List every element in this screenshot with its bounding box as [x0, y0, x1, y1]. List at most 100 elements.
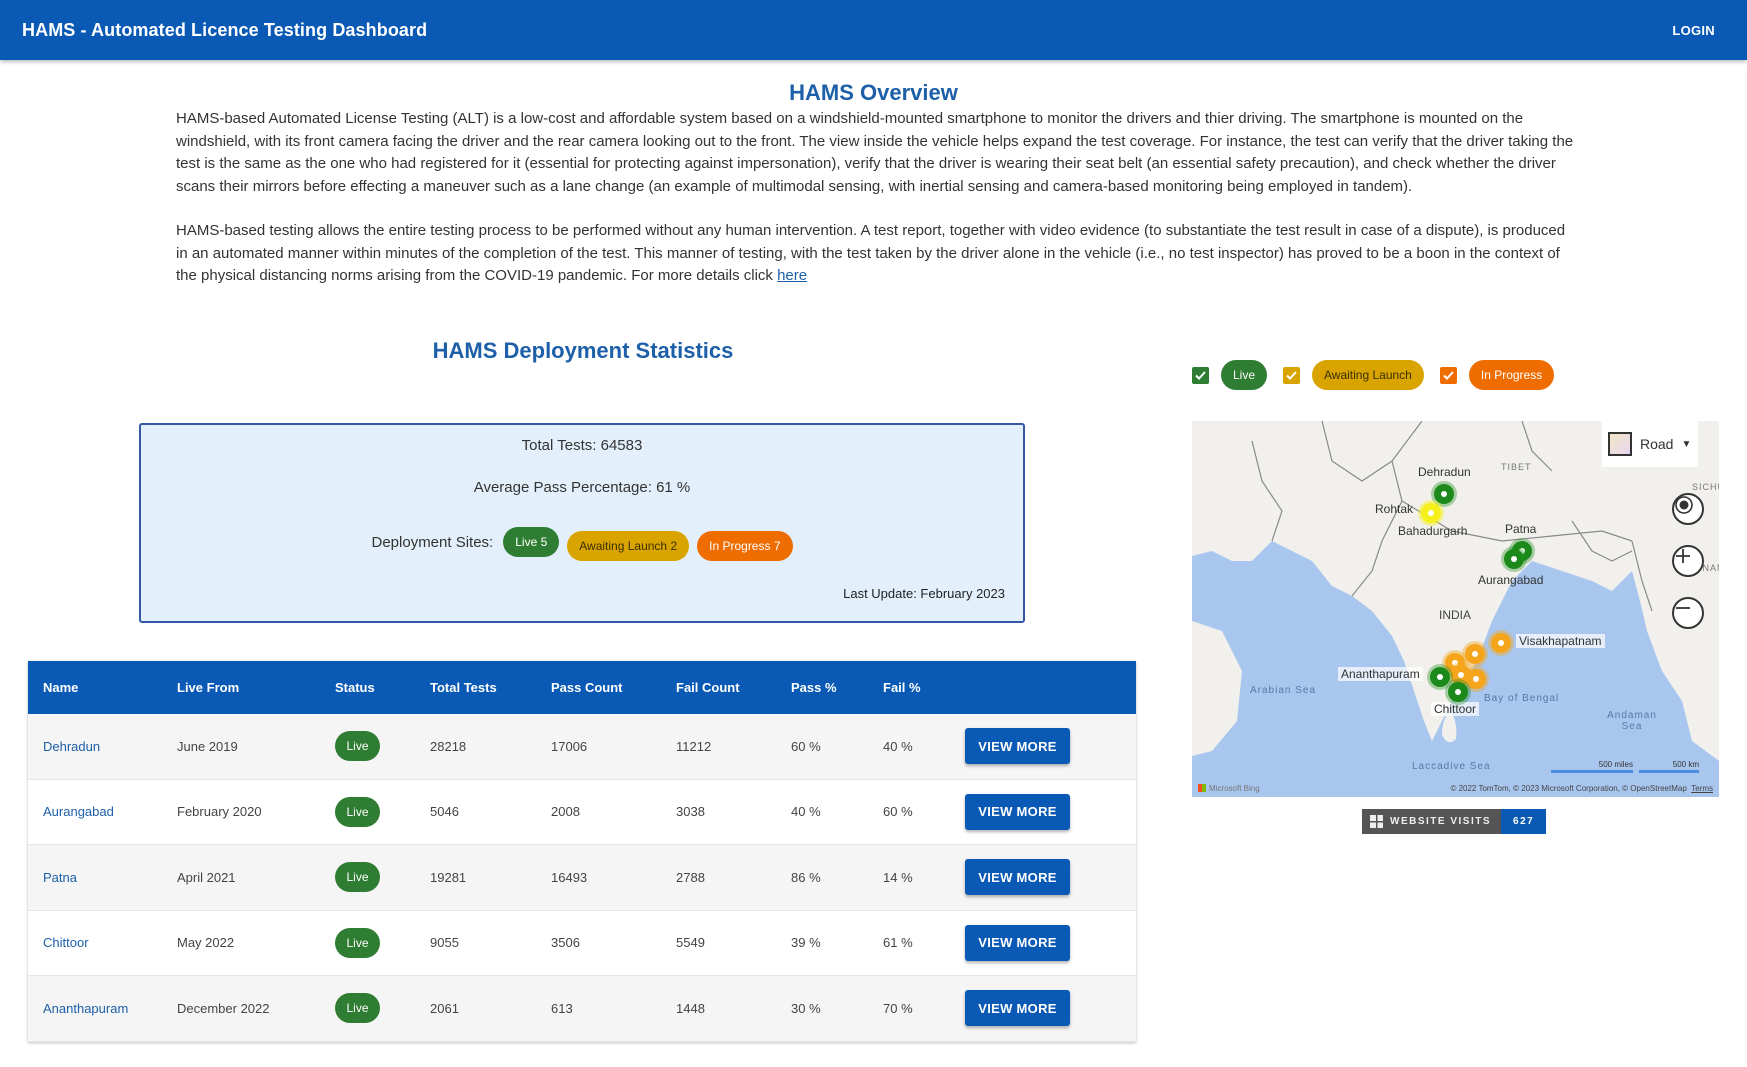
map-label-dehradun: Dehradun — [1418, 465, 1471, 479]
total-tests-cell: 5046 — [430, 804, 459, 820]
map-label-tibet: TIBET — [1501, 462, 1532, 472]
map-marker-awaiting[interactable] — [1421, 503, 1441, 523]
fail-count-cell: 11212 — [676, 738, 712, 754]
pass-count-cell: 2008 — [551, 804, 580, 820]
view-more-button[interactable]: VIEW MORE — [965, 990, 1070, 1027]
website-visits-counter: WEBSITE VISITS 627 — [1362, 809, 1547, 834]
site-link[interactable]: Patna — [43, 870, 77, 885]
app-bar: HAMS - Automated Licence Testing Dashboa… — [0, 0, 1747, 60]
view-more-button[interactable]: VIEW MORE — [965, 728, 1070, 765]
map-marker-live[interactable] — [1448, 682, 1468, 702]
pass-count-cell: 3506 — [551, 935, 580, 951]
live-from-cell: December 2022 — [177, 1000, 270, 1016]
live-from-cell: February 2020 — [177, 804, 262, 820]
last-update: Last Update: February 2023 — [843, 586, 1005, 601]
map-label-arabian-sea: Arabian Sea — [1250, 685, 1317, 696]
map-label-visakhapatnam: Visakhapatnam — [1516, 634, 1605, 648]
locate-icon — [1675, 496, 1693, 514]
map-marker-live[interactable] — [1504, 549, 1524, 569]
map-attribution-text: © 2022 TomTom, © 2023 Microsoft Corporat… — [1450, 783, 1687, 793]
live-from-cell: June 2019 — [177, 738, 238, 754]
total-tests-cell: 19281 — [430, 869, 467, 885]
header-pass-count: Pass Count — [551, 680, 623, 695]
map-marker-live[interactable] — [1430, 667, 1450, 687]
map-label-bahadurgarh: Bahadurgarh — [1398, 524, 1468, 538]
map-label-sichuan: SICHU — [1692, 482, 1719, 492]
site-link[interactable]: Aurangabad — [43, 804, 114, 819]
app-title: HAMS - Automated Licence Testing Dashboa… — [22, 19, 428, 40]
map-style-label: Road — [1640, 436, 1674, 452]
in-progress-filter-chip[interactable]: In Progress — [1468, 360, 1555, 390]
awaiting-launch-filter-chip[interactable]: Awaiting Launch — [1312, 360, 1424, 390]
status-badge: Live — [335, 731, 380, 762]
view-more-button[interactable]: VIEW MORE — [965, 924, 1070, 961]
live-filter-chip[interactable]: Live — [1221, 360, 1268, 390]
map-terms-link[interactable]: Terms — [1691, 784, 1713, 793]
plus-icon — [1676, 549, 1690, 563]
scale-miles: 500 miles — [1551, 760, 1633, 773]
header-name: Name — [43, 680, 79, 695]
total-tests-cell: 9055 — [430, 935, 459, 951]
site-link[interactable]: Ananthapuram — [43, 1001, 128, 1016]
header-pass-percent: Pass % — [791, 680, 837, 695]
map-style-selector[interactable]: Road ▼ — [1602, 421, 1698, 467]
map-marker-in-progress[interactable] — [1491, 633, 1511, 653]
view-more-button[interactable]: VIEW MORE — [965, 859, 1070, 896]
total-tests: Total Tests: 64583 — [521, 437, 643, 454]
map-attribution: © 2022 TomTom, © 2023 Microsoft Corporat… — [1450, 784, 1713, 793]
map-label-patna: Patna — [1505, 522, 1537, 536]
table-row: Patna April 2021 Live 19281 16493 2788 8… — [28, 845, 1136, 911]
deployment-map[interactable]: Dehradun Rohtak Bahadurgarh Patna Aurang… — [1192, 421, 1719, 797]
details-link[interactable]: here — [777, 267, 807, 284]
total-tests-cell: 2061 — [430, 1000, 459, 1016]
fail-count-cell: 1448 — [676, 1000, 705, 1016]
visits-label: WEBSITE VISITS — [1390, 816, 1492, 827]
fail-percent-cell: 70 % — [883, 1000, 913, 1016]
header-status: Status — [335, 680, 375, 695]
minus-icon — [1676, 607, 1690, 609]
fail-percent-cell: 60 % — [883, 804, 913, 820]
map-marker-in-progress[interactable] — [1466, 669, 1486, 689]
map-label-andaman-sea: Andaman Sea — [1607, 710, 1657, 732]
fail-percent-cell: 61 % — [883, 935, 913, 951]
map-label-laccadive-sea: Laccadive Sea — [1412, 761, 1491, 772]
site-link[interactable]: Chittoor — [43, 935, 89, 950]
status-badge: Live — [335, 927, 380, 958]
header-fail-count: Fail Count — [676, 680, 740, 695]
deployment-sites-label: Deployment Sites: — [371, 533, 494, 551]
in-progress-filter-checkbox[interactable] — [1439, 366, 1457, 384]
map-scale: 500 miles 500 km — [1551, 760, 1699, 773]
map-marker-live[interactable] — [1434, 484, 1454, 504]
map-marker-in-progress[interactable] — [1465, 644, 1485, 664]
table-row: Ananthapuram December 2022 Live 2061 613… — [28, 976, 1136, 1042]
fail-percent-cell: 40 % — [883, 738, 913, 754]
zoom-out-button[interactable] — [1672, 597, 1704, 629]
overview-text: HAMS-based Automated License Testing (AL… — [176, 108, 1576, 288]
map-label-bay-of-bengal: Bay of Bengal — [1484, 693, 1560, 704]
overview-paragraph-1: HAMS-based Automated License Testing (AL… — [176, 110, 1574, 195]
average-pass-percentage: Average Pass Percentage: 61 % — [473, 479, 691, 496]
stats-title: HAMS Deployment Statistics — [432, 338, 734, 363]
live-filter-checkbox[interactable] — [1192, 366, 1209, 384]
fail-count-cell: 5549 — [676, 935, 705, 951]
bing-logo: Microsoft Bing — [1198, 784, 1260, 793]
login-button[interactable]: LOGIN — [1672, 23, 1715, 38]
table-row: Aurangabad February 2020 Live 5046 2008 … — [28, 779, 1136, 845]
status-badge: Live — [335, 862, 380, 893]
view-more-button[interactable]: VIEW MORE — [965, 793, 1070, 830]
locate-me-button[interactable] — [1672, 493, 1704, 525]
caret-down-icon: ▼ — [1681, 438, 1692, 450]
overview-title: HAMS Overview — [789, 80, 958, 105]
status-badge: Live — [335, 993, 380, 1024]
pass-count-cell: 17006 — [551, 738, 588, 754]
pass-count-cell: 613 — [551, 1000, 573, 1016]
pass-percent-cell: 60 % — [791, 738, 821, 754]
pass-percent-cell: 30 % — [791, 1000, 821, 1016]
header-total-tests: Total Tests — [430, 680, 497, 695]
zoom-in-button[interactable] — [1672, 545, 1704, 577]
fail-count-cell: 3038 — [676, 804, 705, 820]
header-live-from: Live From — [177, 680, 240, 695]
site-link[interactable]: Dehradun — [43, 739, 100, 754]
visits-count: 627 — [1501, 809, 1547, 834]
awaiting-launch-filter-checkbox[interactable] — [1283, 366, 1301, 384]
